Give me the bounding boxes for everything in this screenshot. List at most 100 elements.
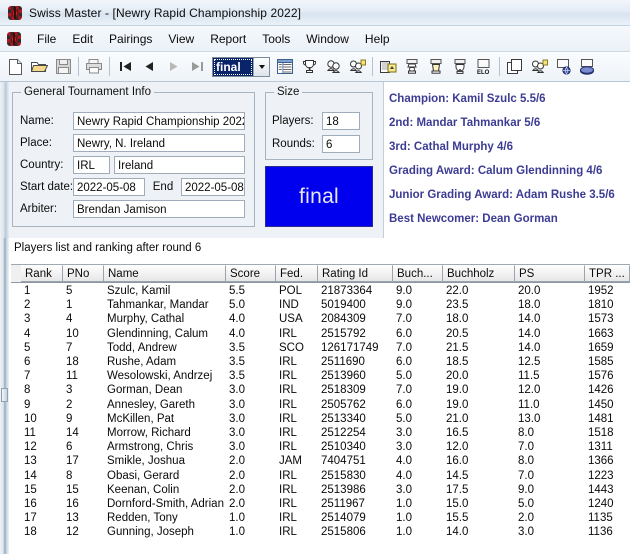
pairings-results-icon[interactable]: [345, 55, 369, 79]
table-row[interactable]: 7 11 Wesolowski, Andrzej 3.5 IRL 2513960 5.0 20…: [11, 369, 630, 383]
table-row[interactable]: 14 8 Obasi, Gerard 2.0 IRL 2515830 4.0 14.5 7.0 1…: [11, 469, 630, 483]
table-row[interactable]: 6 18 Rushe, Adam 3.5 IRL 2511690 6.0 18.5 12.5 15…: [11, 355, 630, 369]
enter-results-icon[interactable]: [376, 55, 400, 79]
cell-buchholz: 16.0: [446, 455, 469, 468]
cell-fed: IRL: [279, 412, 297, 425]
table-row[interactable]: 17 13 Redden, Tony 1.0 IRL 2514079 1.0 15.5 2.0 1…: [11, 511, 630, 525]
swissmaster-bug-icon: [7, 5, 23, 21]
menu-item-view[interactable]: View: [160, 30, 202, 48]
toolbar-separator: [78, 57, 79, 76]
column-header-tpr[interactable]: TPR ...: [585, 265, 630, 282]
round-selector[interactable]: final: [212, 56, 270, 77]
menu-item-file[interactable]: File: [29, 30, 64, 48]
player-card-icon[interactable]: [400, 55, 424, 79]
export-fide-icon[interactable]: [575, 55, 599, 79]
save-disk-icon[interactable]: [51, 55, 75, 79]
toolbar-separator: [372, 57, 373, 76]
table-row[interactable]: 12 6 Armstrong, Chris 3.0 IRL 2510340 3.0 12.0 7…: [11, 440, 630, 454]
tournament-info-panel: General Tournament Info Name: Newry Rapi…: [0, 82, 630, 238]
toolbar-separator: [499, 57, 500, 76]
left-splitter[interactable]: [0, 82, 9, 238]
cell-ps: 12.5: [518, 356, 541, 368]
copy-report-icon[interactable]: [503, 55, 527, 79]
previous-round-icon[interactable]: [137, 55, 161, 79]
round-selector-value[interactable]: final: [213, 57, 253, 76]
cell-fed: IRL: [279, 483, 297, 496]
cell-buch: 3.0: [396, 441, 412, 454]
elo-report-icon[interactable]: ELO: [472, 55, 496, 79]
players-list-icon[interactable]: [273, 55, 297, 79]
players-grid[interactable]: Rank PNo Name Score Fed. Rating Id Buch... Buch…: [11, 264, 630, 554]
table-row[interactable]: 10 9 McKillen, Pat 3.0 IRL 2513340 5.0 21.0 13.0…: [11, 412, 630, 426]
table-row[interactable]: 2 1 Tahmankar, Mandar 5.0 IND 5019400 9.0 23.5 1…: [11, 298, 630, 312]
column-header-score[interactable]: Score: [226, 265, 276, 282]
publish-web-icon[interactable]: [551, 55, 575, 79]
end-date-field[interactable]: 2022-05-08: [181, 178, 245, 196]
menu-item-help[interactable]: Help: [357, 30, 398, 48]
last-round-icon[interactable]: [185, 55, 209, 79]
table-row[interactable]: 18 12 Gunning, Joseph 1.0 IRL 2515806 1.0 14.0 3…: [11, 525, 630, 539]
cell-buch: 7.0: [396, 341, 412, 354]
column-header-rank[interactable]: Rank: [21, 265, 63, 282]
start-date-field[interactable]: 2022-05-08: [73, 178, 145, 196]
arbiter-field[interactable]: Brendan Jamison: [73, 200, 245, 218]
menu-item-pairings[interactable]: Pairings: [101, 30, 160, 48]
pairings-icon[interactable]: [321, 55, 345, 79]
table-row[interactable]: 5 7 Todd, Andrew 3.5 SCO 126171749 7.0 21.5 14.0…: [11, 341, 630, 355]
cell-ps: 18.0: [518, 299, 541, 312]
name-field[interactable]: Newry Rapid Championship 2022: [73, 112, 245, 130]
menu-item-edit[interactable]: Edit: [64, 30, 101, 48]
final-ranking-icon[interactable]: [448, 55, 472, 79]
table-row[interactable]: 3 4 Murphy, Cathal 4.0 USA 2084309 7.0 18.0 14.0…: [11, 312, 630, 326]
place-field[interactable]: Newry, N. Ireland: [73, 134, 245, 152]
vertical-splitter[interactable]: [0, 238, 9, 554]
table-row[interactable]: 8 3 Gorman, Dean 3.0 IRL 2518309 7.0 19.0 12.0 14…: [11, 383, 630, 397]
table-row[interactable]: 11 14 Morrow, Richard 3.0 IRL 2512254 3.0 16.5 8…: [11, 426, 630, 440]
column-header-rating-id[interactable]: Rating Id: [318, 265, 393, 282]
players-field[interactable]: 18: [322, 112, 360, 130]
table-row[interactable]: 15 15 Keenan, Colin 2.0 IRL 2513986 3.0 17.5 9.0…: [11, 483, 630, 497]
crosstable-icon[interactable]: [424, 55, 448, 79]
cell-buch: 4.0: [396, 469, 412, 482]
table-row[interactable]: 4 10 Glendinning, Calum 4.0 IRL 2515792 6.0 20.…: [11, 327, 630, 341]
print-icon[interactable]: [82, 55, 106, 79]
new-document-icon[interactable]: [3, 55, 27, 79]
table-row[interactable]: 9 2 Annesley, Gareth 3.0 IRL 2505762 6.0 19.0 11…: [11, 398, 630, 412]
cell-pno: 16: [66, 498, 79, 510]
cell-rating-id: 21873364: [321, 285, 373, 297]
cell-pno: 7: [66, 341, 73, 354]
cell-fed: IRL: [279, 512, 297, 525]
table-row[interactable]: 16 16 Dornford-Smith, Adrian 2.0 IRL 2511967 1…: [11, 497, 630, 511]
cell-pno: 17: [66, 455, 79, 468]
table-row[interactable]: 13 17 Smikle, Joshua 2.0 JAM 7404751 4.0 16.0 8.…: [11, 454, 630, 468]
players-grid-body[interactable]: 1 5 Szulc, Kamil 5.5 POL 21873364 9.0 22.0 20.0 1…: [11, 283, 630, 554]
column-header-pno[interactable]: PNo: [63, 265, 104, 282]
menu-item-report[interactable]: Report: [202, 30, 254, 48]
team-pairings-icon[interactable]: [527, 55, 551, 79]
column-header-ps[interactable]: PS: [515, 265, 585, 282]
column-header-name[interactable]: Name: [104, 265, 226, 282]
menu-item-window[interactable]: Window: [298, 30, 357, 48]
next-round-icon[interactable]: [161, 55, 185, 79]
cell-rank: 11: [24, 427, 36, 439]
cell-rating-id: 2515806: [321, 526, 366, 539]
cell-rank: 14: [24, 469, 37, 482]
cell-pno: 12: [66, 526, 79, 539]
standings-trophy-icon[interactable]: [297, 55, 321, 79]
table-row[interactable]: 1 5 Szulc, Kamil 5.5 POL 21873364 9.0 22.0 20.0 1…: [11, 284, 630, 298]
cell-buch: 1.0: [396, 512, 412, 525]
column-header-buchholz[interactable]: Buchholz: [443, 265, 515, 282]
rounds-field[interactable]: 6: [322, 135, 360, 153]
cell-buchholz: 20.5: [446, 327, 469, 340]
first-round-icon[interactable]: [113, 55, 137, 79]
open-folder-icon[interactable]: [27, 55, 51, 79]
column-header-fed[interactable]: Fed.: [276, 265, 318, 282]
cell-name: Wesolowski, Andrzej: [107, 370, 213, 383]
country-name-field[interactable]: Ireland: [114, 156, 245, 174]
splitter-grip[interactable]: [1, 388, 8, 402]
menu-item-tools[interactable]: Tools: [254, 30, 298, 48]
country-code-field[interactable]: IRL: [73, 156, 110, 174]
chevron-down-icon[interactable]: [253, 57, 269, 76]
column-header-buch[interactable]: Buch...: [393, 265, 443, 282]
cell-rank: 4: [24, 327, 31, 340]
